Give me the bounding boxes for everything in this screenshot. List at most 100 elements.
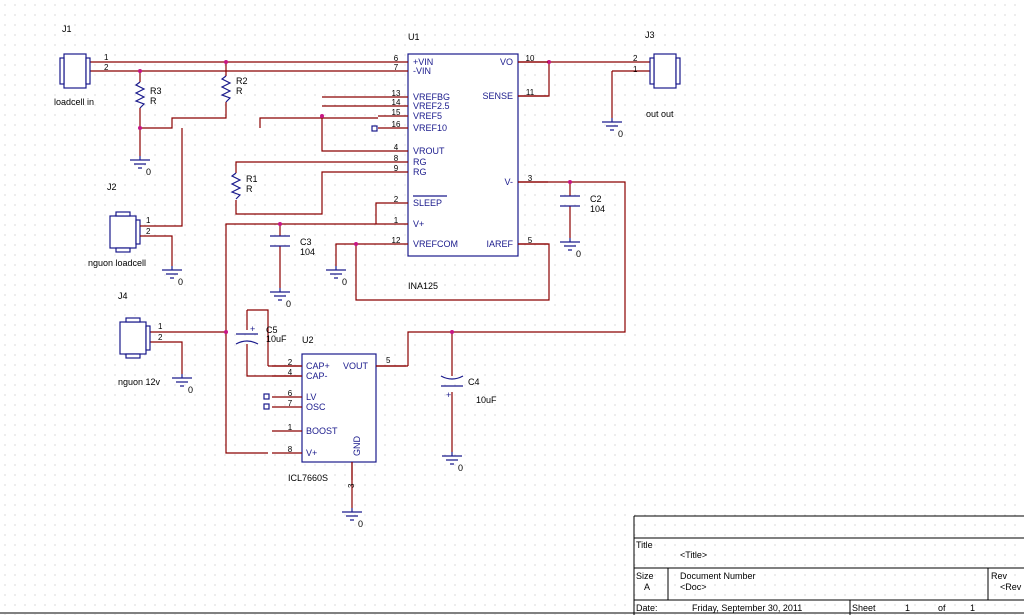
svg-text:R: R [246,184,253,194]
u1-pin-name: IAREF [486,239,513,249]
u2-pin-name: CAP+ [306,361,330,371]
schematic-canvas: J1 loadcell in 1 2 J2 nguon loadcell 1 2… [0,0,1024,615]
svg-text:0: 0 [286,299,291,309]
vref10-nc-marker [371,125,378,132]
u1-pin-num: 6 [394,54,399,63]
u1-pin-num: 16 [392,120,401,129]
svg-text:R3: R3 [150,86,162,96]
svg-text:0: 0 [618,129,623,139]
j4-ref: J4 [118,291,128,301]
u1-pin-num: 3 [528,174,533,183]
svg-text:+: + [250,324,255,334]
svg-text:5: 5 [386,356,391,365]
svg-text:1: 1 [905,603,910,613]
u1-pin-name: VREF2.5 [413,101,450,111]
svg-text:1: 1 [970,603,975,613]
svg-text:GND: GND [352,436,362,457]
u2-pin-name: CAP- [306,371,328,381]
j3-ref: J3 [645,30,655,40]
u1-pin-num: 2 [394,195,399,204]
svg-text:Title: Title [636,540,653,550]
svg-text:<Doc>: <Doc> [680,582,707,592]
svg-text:0: 0 [458,463,463,473]
svg-text:2: 2 [633,54,638,63]
u2-pin-num: 8 [288,445,293,454]
u2-pin-name: BOOST [306,426,338,436]
svg-text:0: 0 [178,277,183,287]
u1-pin-name: VREFCOM [413,239,458,249]
svg-text:2: 2 [104,63,109,72]
svg-text:<Rev: <Rev [1000,582,1022,592]
svg-text:1: 1 [146,216,151,225]
svg-text:R2: R2 [236,76,248,86]
svg-text:1: 1 [633,65,638,74]
svg-text:R: R [150,96,157,106]
svg-text:0: 0 [146,167,151,177]
j4-label: nguon 12v [118,377,161,387]
svg-text:VOUT: VOUT [343,361,369,371]
u2-pin-num: 7 [288,399,293,408]
j1-ref: J1 [62,24,72,34]
svg-text:of: of [938,603,946,613]
svg-text:1: 1 [158,322,163,331]
j1-label: loadcell in [54,97,94,107]
svg-text:R1: R1 [246,174,258,184]
svg-text:3: 3 [347,483,356,488]
j2-label: nguon loadcell [88,258,146,268]
svg-text:C2: C2 [590,194,602,204]
svg-text:2: 2 [146,227,151,236]
u1-pin-num: 9 [394,164,399,173]
u1-pin-num: 5 [528,236,533,245]
svg-text:+: + [446,390,451,400]
u1-pin-num: 1 [394,216,399,225]
u1-pin-name: SLEEP [413,198,442,208]
u2-part: ICL7660S [288,473,328,483]
u1-pin-name: VO [500,57,513,67]
u2-pin-num: 4 [288,368,293,377]
svg-text:0: 0 [576,249,581,259]
svg-text:Rev: Rev [991,571,1008,581]
svg-text:2: 2 [158,333,163,342]
u1-pin-num: 4 [394,143,399,152]
u1-pin-num: 8 [394,154,399,163]
u1-pin-num: 10 [526,54,535,63]
svg-text:R: R [236,86,243,96]
svg-text:0: 0 [358,519,363,529]
u1-pin-name: RG [413,167,427,177]
svg-text:A: A [644,582,650,592]
u1-pin-num: 11 [526,88,535,97]
svg-text:Date:: Date: [636,603,658,613]
u1-pin-name: VROUT [413,146,445,156]
u1-pin-name: VREF10 [413,123,447,133]
svg-text:Document Number: Document Number [680,571,756,581]
u2-pin-num: 2 [288,358,293,367]
svg-text:10uF: 10uF [476,395,497,405]
u1-pin-num: 13 [392,89,401,98]
u1-pin-num: 15 [392,108,401,117]
u2-pin-num: 6 [288,389,293,398]
svg-text:C3: C3 [300,237,312,247]
svg-text:Size: Size [636,571,654,581]
u2-ref: U2 [302,335,314,345]
svg-text:<Title>: <Title> [680,550,707,560]
u2-pin-name: LV [306,392,316,402]
svg-text:104: 104 [590,204,605,214]
svg-text:0: 0 [342,277,347,287]
u2-pin-name: V+ [306,448,317,458]
svg-text:Sheet: Sheet [852,603,876,613]
u1-pin-name: V+ [413,219,424,229]
u1-pin-name: VREF5 [413,111,442,121]
svg-text:Friday, September 30, 2011: Friday, September 30, 2011 [692,603,802,613]
u1-part: INA125 [408,281,438,291]
u1-pin-name: V- [504,177,513,187]
j3-label: out out [646,109,674,119]
u1-pin-num: 12 [392,236,401,245]
svg-text:1: 1 [104,53,109,62]
u1-pin-name: -VIN [413,66,431,76]
svg-text:0: 0 [188,385,193,395]
u1-ref: U1 [408,32,420,42]
u1-pin-name: SENSE [482,91,513,101]
svg-text:10uF: 10uF [266,334,287,344]
u2-pin-name: OSC [306,402,326,412]
u2-pin-num: 1 [288,423,293,432]
